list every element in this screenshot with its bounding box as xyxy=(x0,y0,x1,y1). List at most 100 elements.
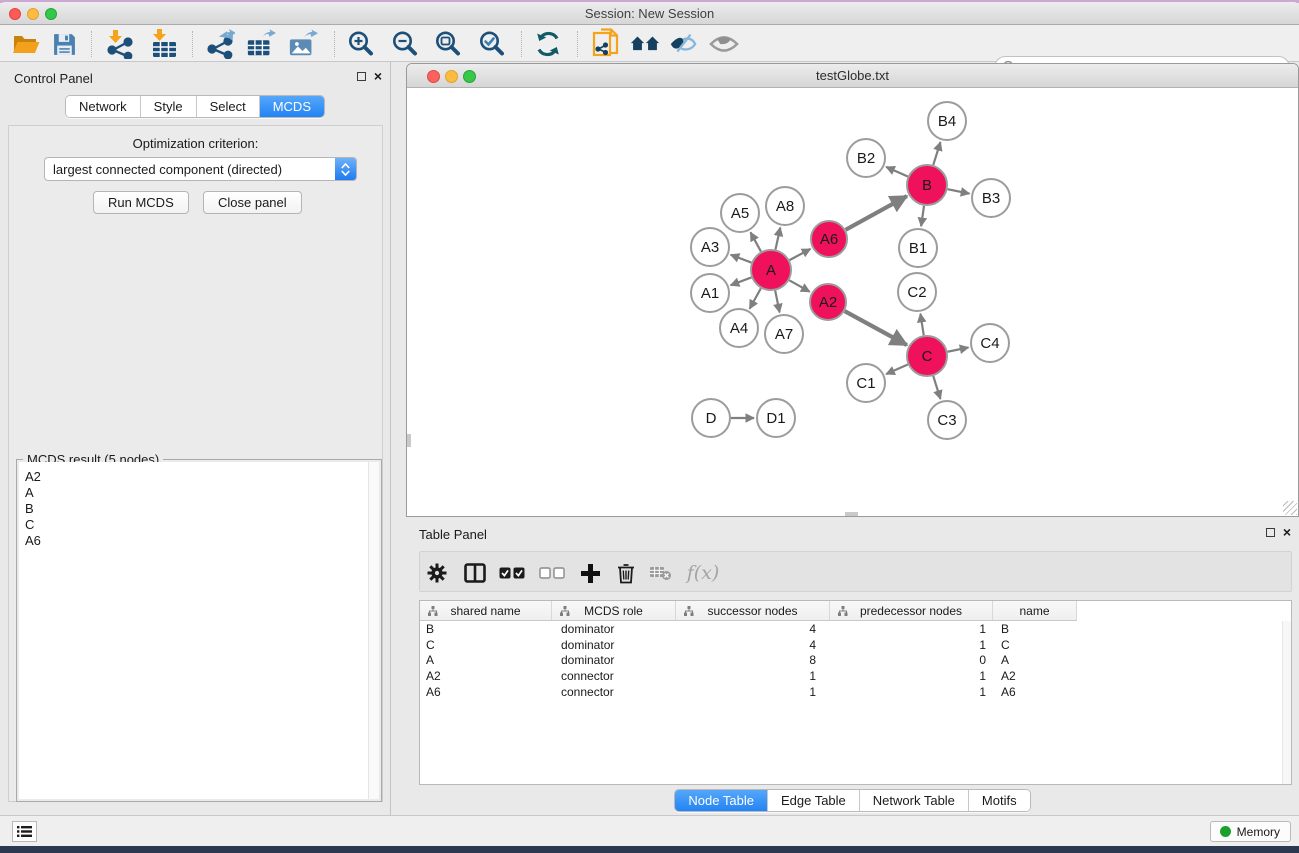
column-header[interactable]: shared name xyxy=(420,601,552,621)
table-cell[interactable]: dominator xyxy=(552,622,676,636)
delete-table-icon[interactable] xyxy=(649,561,673,585)
graph-node-A7[interactable]: A7 xyxy=(765,315,803,353)
network-canvas[interactable]: B4B2BB3A8A5A6A3B1AA1C2A2A4A7C4CC1C3DD1 xyxy=(407,89,1298,516)
table-cell[interactable]: 0 xyxy=(830,653,993,667)
tab-node-table[interactable]: Node Table xyxy=(675,790,768,811)
table-cell[interactable]: connector xyxy=(552,685,676,699)
graph-node-C1[interactable]: C1 xyxy=(847,364,885,402)
table-cell[interactable]: 1 xyxy=(830,622,993,636)
graph-edge-A-A8[interactable] xyxy=(775,227,780,249)
graph-node-C2[interactable]: C2 xyxy=(898,273,936,311)
graph-node-A[interactable]: A xyxy=(751,250,791,290)
graph-node-C3[interactable]: C3 xyxy=(928,401,966,439)
graph-edge-A-A3[interactable] xyxy=(731,255,752,263)
table-cell[interactable]: connector xyxy=(552,669,676,683)
float-panel-icon[interactable] xyxy=(357,72,366,81)
graph-node-A8[interactable]: A8 xyxy=(766,187,804,225)
select-all-icon[interactable] xyxy=(498,561,526,585)
column-header[interactable]: predecessor nodes xyxy=(830,601,993,621)
tab-network-table[interactable]: Network Table xyxy=(860,790,969,811)
graph-edge-A-A7[interactable] xyxy=(775,291,779,313)
tab-select[interactable]: Select xyxy=(197,96,260,117)
graph-edge-C-C3[interactable] xyxy=(933,376,940,399)
zoom-selected-icon[interactable] xyxy=(477,29,507,59)
graph-edge-A6-B[interactable] xyxy=(846,196,907,230)
table-row[interactable]: A2connector11A2 xyxy=(420,668,1291,684)
show-eye-icon[interactable] xyxy=(709,29,739,59)
window-titlebar[interactable]: Session: New Session xyxy=(0,2,1299,25)
import-table-icon[interactable] xyxy=(149,29,179,59)
table-cell[interactable]: 1 xyxy=(676,669,830,683)
table-row[interactable]: Adominator80A xyxy=(420,653,1291,669)
close-panel-button[interactable]: Close panel xyxy=(203,191,302,214)
table-cell[interactable]: dominator xyxy=(552,638,676,652)
graph-node-D1[interactable]: D1 xyxy=(757,399,795,437)
table-cell[interactable]: 4 xyxy=(676,622,830,636)
graph-edge-B-B4[interactable] xyxy=(933,142,940,165)
zoom-fit-icon[interactable] xyxy=(433,29,463,59)
export-image-icon[interactable] xyxy=(288,29,318,59)
graph-node-A5[interactable]: A5 xyxy=(721,194,759,232)
save-session-icon[interactable] xyxy=(49,29,79,59)
table-cell[interactable]: A2 xyxy=(420,669,552,683)
graph-node-B1[interactable]: B1 xyxy=(899,229,937,267)
split-columns-icon[interactable] xyxy=(463,561,487,585)
close-table-panel-icon[interactable]: × xyxy=(1283,527,1291,538)
graph-edge-B-B2[interactable] xyxy=(886,167,908,177)
export-table-icon[interactable] xyxy=(246,29,276,59)
select-stepper-icon[interactable] xyxy=(335,158,356,180)
table-cell[interactable]: dominator xyxy=(552,653,676,667)
refresh-icon[interactable] xyxy=(533,29,563,59)
zoom-in-icon[interactable] xyxy=(346,29,376,59)
table-scrollbar[interactable] xyxy=(1282,621,1291,784)
column-header[interactable]: name xyxy=(993,601,1077,621)
criterion-select[interactable]: largest connected component (directed) xyxy=(44,157,357,181)
table-cell[interactable]: 4 xyxy=(676,638,830,652)
import-network-icon[interactable] xyxy=(104,29,134,59)
canvas-hscroll-thumb[interactable] xyxy=(845,512,858,516)
table-cell[interactable]: 1 xyxy=(830,669,993,683)
tab-mcds[interactable]: MCDS xyxy=(260,96,324,117)
graph-node-A3[interactable]: A3 xyxy=(691,228,729,266)
table-row[interactable]: A6connector11A6 xyxy=(420,684,1291,700)
graph-edge-B-B3[interactable] xyxy=(948,189,970,193)
table-cell[interactable]: A xyxy=(993,653,1077,667)
show-all-networks-icon[interactable] xyxy=(630,29,660,59)
table-cell[interactable]: B xyxy=(420,622,552,636)
graph-node-B3[interactable]: B3 xyxy=(972,179,1010,217)
graph-node-A1[interactable]: A1 xyxy=(691,274,729,312)
graph-edge-C-C1[interactable] xyxy=(886,364,908,374)
graph-node-B4[interactable]: B4 xyxy=(928,102,966,140)
graph-node-A2[interactable]: A2 xyxy=(810,284,846,320)
table-cell[interactable]: B xyxy=(993,622,1077,636)
resize-grip[interactable] xyxy=(1283,501,1297,515)
graph-node-B2[interactable]: B2 xyxy=(847,139,885,177)
graph-edge-A2-C[interactable] xyxy=(845,311,907,345)
function-builder-icon[interactable]: f(x) xyxy=(686,561,720,585)
graph-node-C4[interactable]: C4 xyxy=(971,324,1009,362)
tab-edge-table[interactable]: Edge Table xyxy=(768,790,860,811)
graph-edge-A-A1[interactable] xyxy=(731,277,752,285)
column-header[interactable]: MCDS role xyxy=(552,601,676,621)
add-row-icon[interactable] xyxy=(578,561,602,585)
table-cell[interactable]: C xyxy=(993,638,1077,652)
table-cell[interactable]: A xyxy=(420,653,552,667)
tab-style[interactable]: Style xyxy=(141,96,197,117)
open-session-icon[interactable] xyxy=(11,29,41,59)
result-list-item[interactable]: C xyxy=(25,517,368,533)
graph-node-D[interactable]: D xyxy=(692,399,730,437)
graph-node-C[interactable]: C xyxy=(907,336,947,376)
table-cell[interactable]: 1 xyxy=(830,638,993,652)
result-list-item[interactable]: A xyxy=(25,485,368,501)
run-mcds-button[interactable]: Run MCDS xyxy=(93,191,189,214)
network-window-titlebar[interactable]: testGlobe.txt xyxy=(407,64,1298,88)
table-cell[interactable]: 1 xyxy=(830,685,993,699)
tab-motifs[interactable]: Motifs xyxy=(969,790,1030,811)
graph-node-A4[interactable]: A4 xyxy=(720,309,758,347)
graph-edge-B-B1[interactable] xyxy=(921,206,924,226)
float-table-panel-icon[interactable] xyxy=(1266,528,1275,537)
result-list-item[interactable]: A2 xyxy=(25,469,368,485)
close-panel-icon[interactable]: × xyxy=(374,71,382,82)
settings-gear-icon[interactable] xyxy=(425,561,449,585)
graph-node-B[interactable]: B xyxy=(907,165,947,205)
